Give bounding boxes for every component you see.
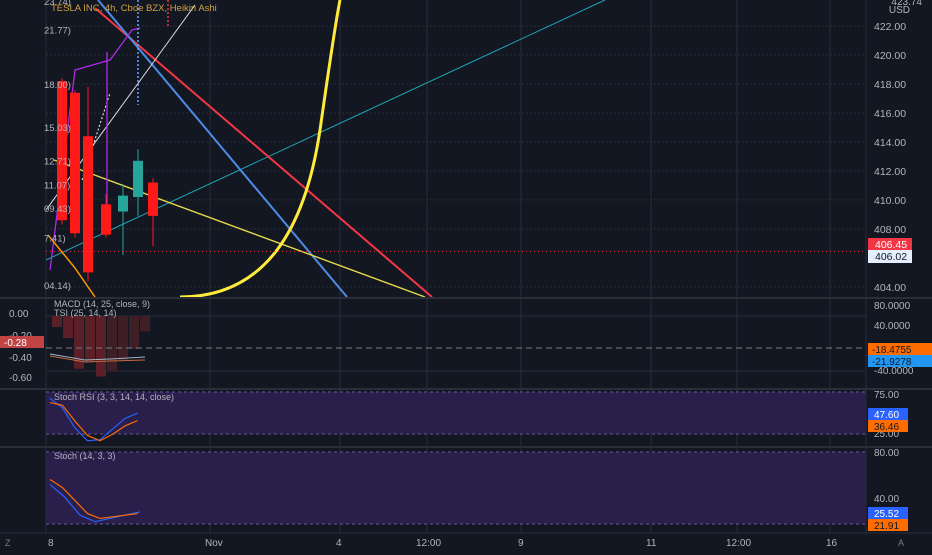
- macd-histogram-bar: [63, 316, 73, 338]
- macd-histogram: [52, 316, 150, 377]
- last-price-tag: 406.45: [868, 238, 912, 251]
- left-price-label: 11.07): [44, 180, 70, 191]
- time-label: Nov: [205, 538, 223, 549]
- symbol-title[interactable]: TESLA INC, 4h, Cboe BZX, Heikin Ashi: [51, 3, 217, 14]
- price-axis-label: 416.00: [874, 108, 906, 120]
- macd-right-label: 40.0000: [874, 321, 911, 332]
- price-axis-label: 408.00: [874, 224, 906, 236]
- stoch-k-value: 25.52: [874, 509, 899, 520]
- time-label: 12:00: [726, 538, 751, 549]
- price-grid: [46, 25, 866, 288]
- price-axis-label: 418.00: [874, 79, 906, 91]
- time-label: 4: [336, 538, 342, 549]
- stoch-rsi-d-tag: 36.46: [868, 420, 908, 433]
- secondary-price-value: 406.02: [875, 251, 907, 263]
- candle-body: [83, 136, 93, 273]
- left-price-label: 21.77): [44, 25, 71, 36]
- left-price-label: 18.00): [44, 80, 71, 91]
- last-price-value: 406.45: [875, 239, 907, 251]
- log-scale-button[interactable]: A: [898, 538, 904, 548]
- tsi-blue-value: -21.9278: [872, 357, 912, 368]
- left-price-label: 7.41): [44, 233, 66, 244]
- pane-separator[interactable]: [0, 446, 932, 448]
- stoch-rsi-k-value: 47.60: [874, 410, 899, 421]
- stoch-band: [46, 452, 866, 524]
- tsi-legend[interactable]: TSI (25, 14, 14): [54, 308, 117, 318]
- left-price-label: 04.14): [44, 281, 71, 292]
- auto-scale-button[interactable]: Z: [5, 538, 11, 548]
- time-label: 11: [646, 538, 657, 549]
- tradingview-chart-window[interactable]: 423.74 USD 422.00 420.00 418.00 416.00 414.0…: [0, 0, 932, 550]
- candle-body: [70, 92, 80, 234]
- stoch-d-tag: 21.91: [868, 519, 908, 532]
- candle-body: [101, 204, 111, 235]
- stoch-axis-label: 40.00: [874, 494, 899, 505]
- time-label: 16: [826, 538, 838, 549]
- macd-left-label: -0.40: [9, 353, 32, 364]
- macd-histogram-bar: [140, 316, 150, 332]
- time-label: 9: [518, 538, 524, 549]
- chart-canvas[interactable]: 423.74 USD 422.00420.00418.00416.00414.0…: [0, 0, 932, 550]
- price-axis-label: 412.00: [874, 166, 906, 178]
- left-price-label: 12.71): [44, 157, 71, 168]
- stoch-rsi-d-value: 36.46: [874, 422, 899, 433]
- blue-trend-line[interactable]: [97, 0, 348, 297]
- price-axis-label: 404.00: [874, 282, 906, 294]
- candles-layer[interactable]: [46, 78, 866, 282]
- stoch-rsi-k-tag: 47.60: [868, 408, 908, 421]
- price-axis-label: 422.00: [874, 21, 906, 33]
- candle-body: [148, 182, 158, 216]
- macd-current-value: -0.28: [4, 338, 27, 349]
- tsi-signal-tag: -21.9278: [868, 355, 932, 368]
- stoch-axis-label: 80.00: [874, 448, 899, 459]
- macd-histogram-bar: [96, 316, 106, 377]
- time-label: 8: [48, 538, 54, 549]
- price-axis-label: 420.00: [874, 50, 906, 62]
- macd-histogram-bar: [118, 316, 128, 360]
- left-price-label: 15.03): [44, 123, 71, 134]
- stoch-d-value: 21.91: [874, 521, 899, 532]
- stoch-rsi-legend[interactable]: Stoch RSI (3, 3, 14, 14, close): [54, 392, 174, 402]
- macd-histogram-bar: [85, 316, 95, 363]
- macd-left-label: -0.60: [9, 373, 32, 384]
- macd-right-label: 80.0000: [874, 301, 911, 312]
- pane-separator[interactable]: [0, 388, 932, 390]
- tsi-orange-value: -18.4755: [872, 345, 912, 356]
- secondary-price-tag: 406.02: [868, 250, 912, 263]
- left-price-label: 09.43): [44, 204, 71, 215]
- candle-body: [118, 195, 128, 212]
- currency-label[interactable]: USD: [889, 5, 910, 16]
- candle-body: [57, 81, 67, 221]
- stoch-rsi-axis-label: 75.00: [874, 390, 899, 401]
- macd-histogram-bar: [107, 316, 117, 371]
- macd-left-label: 0.00: [9, 309, 29, 320]
- macd-current-tag: -0.28: [0, 336, 44, 349]
- time-label: 12:00: [416, 538, 441, 549]
- candle-body: [133, 160, 143, 198]
- red-trend-line[interactable]: [94, 7, 433, 297]
- tsi-value-tag: -18.4755: [868, 343, 932, 356]
- macd-histogram-bar: [129, 316, 139, 349]
- time-axis[interactable]: 8 Nov 4 12:00 9 11 12:00 16: [48, 538, 838, 549]
- price-axis-label: 414.00: [874, 137, 906, 149]
- price-axis-label: 410.00: [874, 195, 906, 207]
- stoch-k-tag: 25.52: [868, 507, 908, 520]
- stoch-legend[interactable]: Stoch (14, 3, 3): [54, 451, 116, 461]
